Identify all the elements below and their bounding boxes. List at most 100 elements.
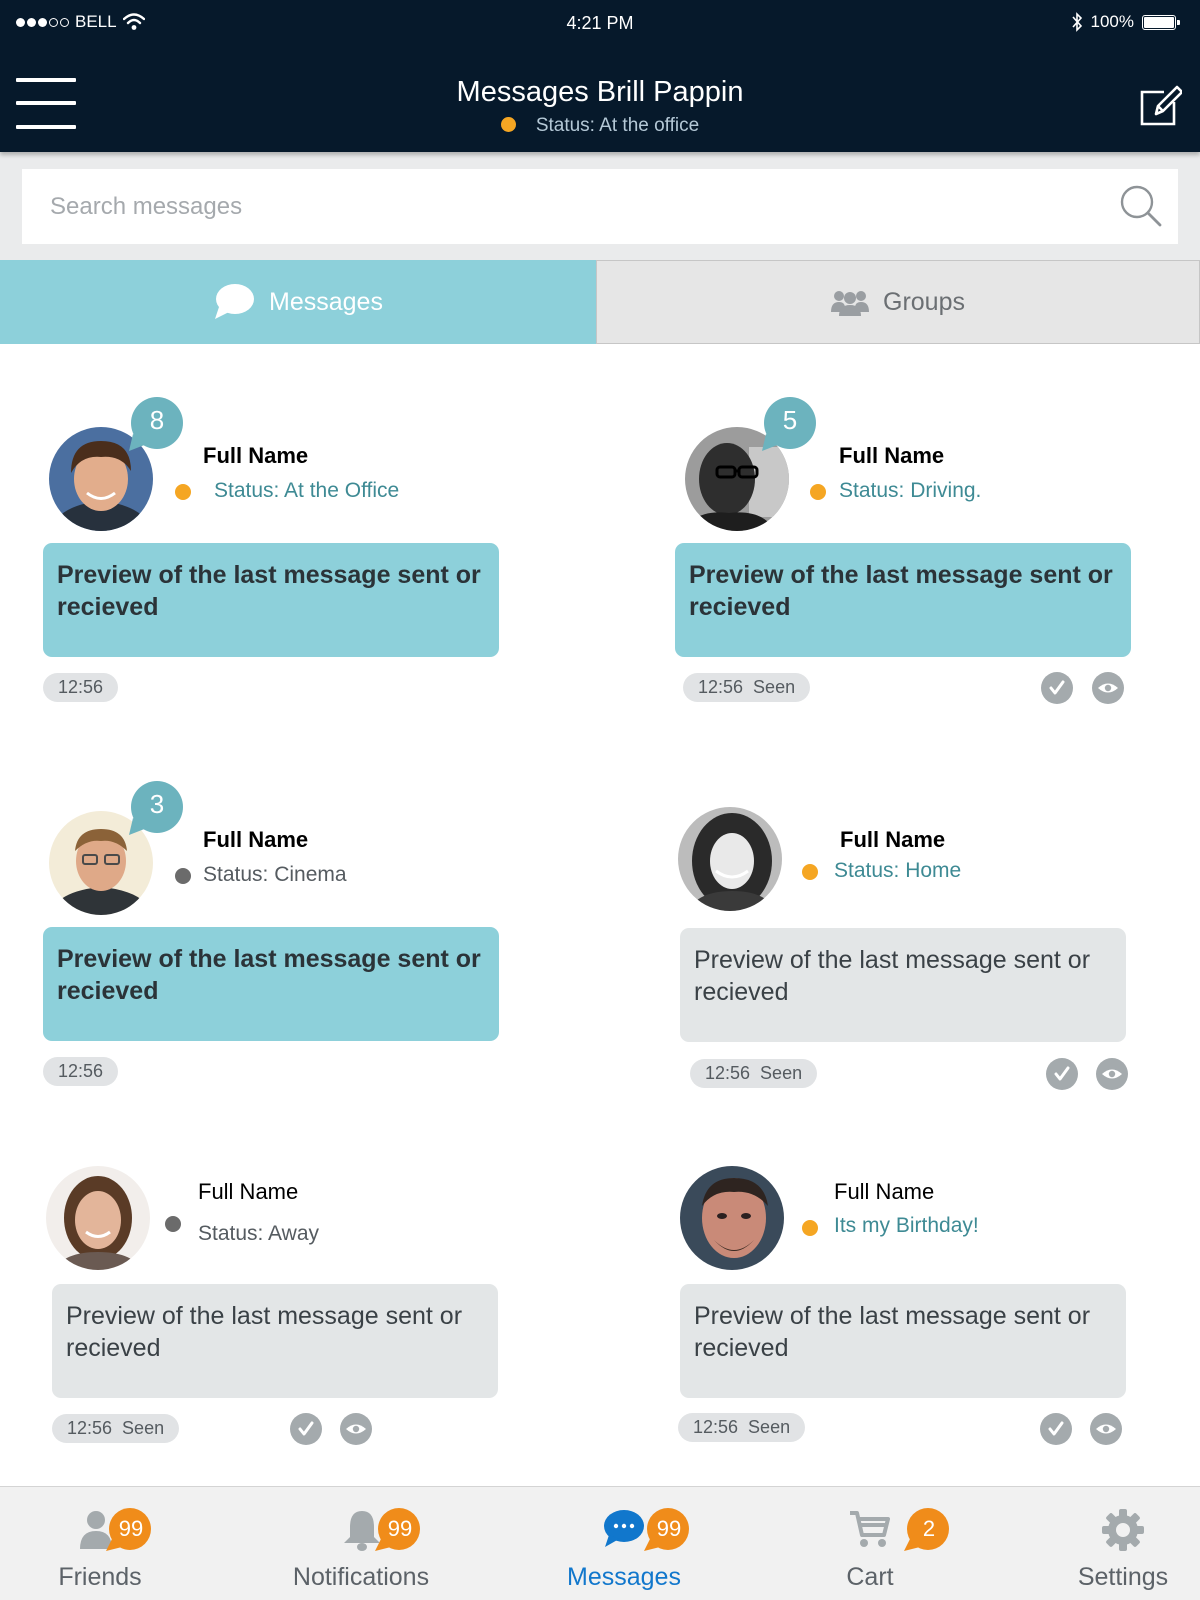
conversation-card[interactable]: 3 Full Name Status: Cinema Preview of th… bbox=[40, 780, 510, 1090]
contact-status: Status: Away bbox=[198, 1222, 320, 1245]
status-dot bbox=[165, 1216, 181, 1232]
conversation-card[interactable]: 5 Full Name Status: Driving. Preview of … bbox=[672, 396, 1142, 706]
status-dot bbox=[802, 1220, 818, 1236]
time-text: 12:56 bbox=[693, 1417, 739, 1437]
search-box bbox=[22, 169, 1178, 244]
message-preview: Preview of the last message sent or reci… bbox=[680, 1284, 1126, 1398]
tab-groups-label: Groups bbox=[883, 287, 965, 316]
message-preview: Preview of the last message sent or reci… bbox=[675, 543, 1131, 657]
tab-groups[interactable]: Groups bbox=[596, 260, 1200, 344]
contact-name: Full Name bbox=[834, 1179, 935, 1204]
seen-label: Seen bbox=[753, 677, 796, 697]
contact-name: Full Name bbox=[203, 443, 309, 468]
nav-label: Notifications bbox=[292, 1563, 430, 1591]
tab-messages-label: Messages bbox=[269, 287, 383, 316]
status-dot bbox=[175, 868, 191, 884]
contact-status: Its my Birthday! bbox=[834, 1214, 979, 1237]
delivered-check-icon bbox=[290, 1413, 322, 1445]
delivered-check-icon bbox=[1041, 672, 1073, 704]
time-stamp: 12:56 bbox=[43, 1057, 119, 1086]
compose-icon[interactable] bbox=[1138, 84, 1182, 128]
contact-name: Full Name bbox=[198, 1179, 299, 1204]
contact-name: Full Name bbox=[203, 827, 309, 852]
search-input[interactable] bbox=[50, 169, 1090, 244]
battery-percent: 100% bbox=[1090, 12, 1134, 31]
conversation-card[interactable]: Full Name Its my Birthday! Preview of th… bbox=[672, 1166, 1142, 1476]
seen-eye-icon bbox=[1096, 1058, 1128, 1090]
time-stamp: 12:56 Seen bbox=[678, 1413, 806, 1442]
status-bar-right: 100% bbox=[1071, 12, 1180, 32]
delivered-check-icon bbox=[1040, 1413, 1072, 1445]
seen-label: Seen bbox=[748, 1417, 791, 1437]
contact-status: Status: Driving. bbox=[839, 479, 982, 502]
unread-count: 3 bbox=[149, 789, 165, 819]
status-dot bbox=[802, 864, 818, 880]
cart-icon bbox=[850, 1511, 890, 1547]
battery-icon bbox=[1142, 14, 1180, 30]
conversation-card[interactable]: 8 Full Name Status: At the Office Previe… bbox=[40, 396, 510, 706]
delivered-check-icon bbox=[1046, 1058, 1078, 1090]
time-text: 12:56 bbox=[67, 1418, 113, 1438]
search-icon[interactable] bbox=[1118, 183, 1164, 229]
nav-item-messages[interactable]: 99 Messages bbox=[504, 1487, 744, 1600]
time-text: 12:56 bbox=[698, 677, 744, 697]
tab-bar: Messages Groups bbox=[0, 260, 1200, 344]
message-preview: Preview of the last message sent or reci… bbox=[43, 543, 499, 657]
nav-item-notifications[interactable]: 99 Notifications bbox=[241, 1487, 481, 1600]
nav-item-friends[interactable]: 99 Friends bbox=[0, 1487, 220, 1600]
avatar bbox=[46, 1166, 150, 1270]
nav-label: Friends bbox=[58, 1563, 142, 1591]
time-stamp: 12:56 Seen bbox=[52, 1414, 180, 1443]
nav-badge-count: 99 bbox=[656, 1516, 682, 1541]
gear-icon bbox=[1102, 1509, 1144, 1551]
unread-count: 5 bbox=[782, 405, 798, 435]
nav-item-settings[interactable]: Settings bbox=[960, 1487, 1200, 1600]
status-bar-time: 4:21 PM bbox=[566, 13, 634, 33]
seen-eye-icon bbox=[1090, 1413, 1122, 1445]
nav-label: Cart bbox=[846, 1563, 894, 1591]
status-dot bbox=[175, 484, 191, 500]
seen-label: Seen bbox=[122, 1418, 165, 1438]
groups-icon bbox=[831, 291, 869, 316]
time-text: 12:56 bbox=[58, 677, 104, 697]
bluetooth-icon bbox=[1071, 12, 1082, 32]
unread-count: 8 bbox=[149, 405, 165, 435]
seen-label: Seen bbox=[760, 1063, 803, 1083]
status-dot bbox=[810, 484, 826, 500]
time-stamp: 12:56 bbox=[43, 673, 119, 702]
contact-name: Full Name bbox=[839, 443, 945, 468]
search-bar bbox=[0, 152, 1200, 260]
contact-status: Status: At the Office bbox=[214, 479, 400, 502]
time-stamp: 12:56 Seen bbox=[683, 673, 811, 702]
avatar bbox=[678, 807, 782, 911]
status-dot bbox=[500, 117, 516, 132]
nav-badge-count: 99 bbox=[387, 1516, 413, 1541]
contact-status: Status: Cinema bbox=[203, 863, 347, 886]
time-text: 12:56 bbox=[705, 1063, 751, 1083]
top-bar: BELL 4:21 PM 100% Messages Brill Pappin … bbox=[0, 0, 1200, 152]
conversation-card[interactable]: Full Name Status: Home Preview of the la… bbox=[672, 780, 1142, 1090]
time-text: 12:56 bbox=[58, 1061, 104, 1081]
contact-status: Status: Home bbox=[834, 859, 962, 882]
contact-name: Full Name bbox=[840, 827, 946, 852]
message-preview: Preview of the last message sent or reci… bbox=[680, 928, 1126, 1042]
user-status-text: Status: At the office bbox=[535, 115, 700, 136]
page-title: Messages Brill Pappin bbox=[456, 76, 744, 108]
user-status: Status: At the office bbox=[0, 115, 1200, 137]
tab-messages[interactable]: Messages bbox=[0, 260, 596, 344]
nav-badge-count: 99 bbox=[118, 1516, 144, 1541]
chat-bubble-icon bbox=[215, 284, 255, 319]
chat-icon bbox=[604, 1510, 644, 1547]
seen-eye-icon bbox=[340, 1413, 372, 1445]
message-preview: Preview of the last message sent or reci… bbox=[52, 1284, 498, 1398]
seen-eye-icon bbox=[1092, 672, 1124, 704]
bottom-nav: 99 Friends 99 Notifications 99 Messages bbox=[0, 1486, 1200, 1600]
message-preview: Preview of the last message sent or reci… bbox=[43, 927, 499, 1041]
nav-item-cart[interactable]: 2 Cart bbox=[750, 1487, 990, 1600]
time-stamp: 12:56 Seen bbox=[690, 1059, 818, 1088]
nav-badge-count: 2 bbox=[922, 1516, 936, 1541]
avatar bbox=[680, 1166, 784, 1270]
conversation-card[interactable]: Full Name Status: Away Preview of the la… bbox=[40, 1166, 510, 1476]
nav-label: Messages bbox=[567, 1563, 681, 1591]
nav-label: Settings bbox=[1077, 1563, 1169, 1591]
